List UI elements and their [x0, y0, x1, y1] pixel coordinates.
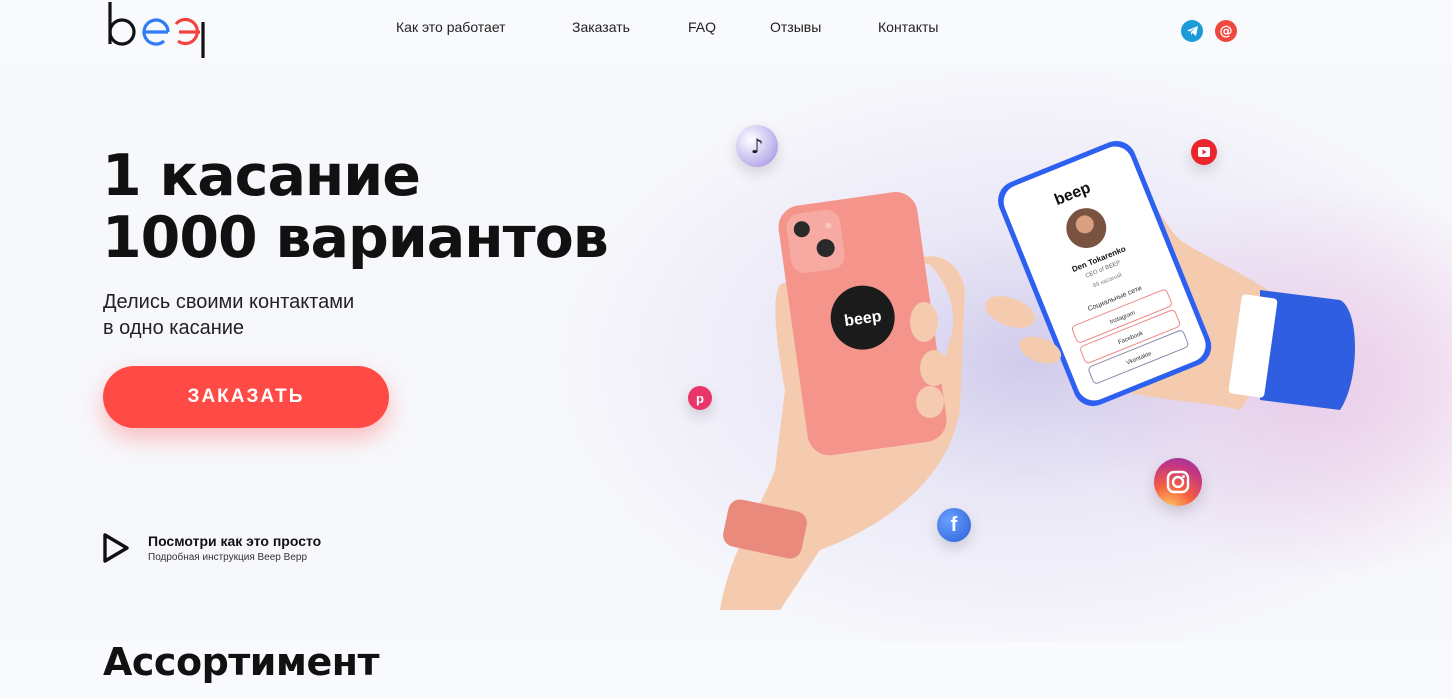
- hero-title: 1 касание 1000 вариантов: [102, 143, 609, 271]
- email-icon[interactable]: @: [1215, 20, 1237, 42]
- main-nav: Как это работает Заказать FAQ Отзывы Кон…: [396, 19, 938, 35]
- order-button[interactable]: ЗАКАЗАТЬ: [103, 366, 389, 428]
- hero-illustration: beep beep Den Tokarenko CEO of BEEP 89 к…: [720, 140, 1355, 610]
- nav-reviews[interactable]: Отзывы: [770, 19, 878, 35]
- hero-subtitle-line-1: Делись своими контактами: [103, 291, 355, 313]
- youtube-icon: [1191, 139, 1217, 165]
- instagram-icon: [1154, 458, 1202, 506]
- header-social: @: [1181, 20, 1237, 42]
- nav-faq[interactable]: FAQ: [688, 19, 770, 35]
- hero-title-line-2: 1000 вариантов: [102, 205, 609, 271]
- beep-logo[interactable]: [106, 0, 218, 58]
- nav-how-it-works[interactable]: Как это работает: [396, 19, 572, 35]
- nav-contacts[interactable]: Контакты: [878, 19, 938, 35]
- hero-subtitle-line-2: в одно касание: [103, 317, 245, 339]
- play-icon: [103, 533, 129, 563]
- facebook-icon: f: [937, 508, 971, 542]
- tiktok-icon: ♪: [736, 125, 778, 167]
- video-link-text: Посмотри как это просто Подробная инстру…: [148, 533, 321, 563]
- video-link-title: Посмотри как это просто: [148, 533, 322, 549]
- nav-order[interactable]: Заказать: [572, 19, 688, 35]
- hero-subtitle: Делись своими контактами в одно касание: [103, 289, 354, 341]
- video-link-subtitle: Подробная инструкция Beep Bepp: [148, 552, 307, 563]
- hero-title-line-1: 1 касание: [102, 143, 421, 209]
- video-instruction-link[interactable]: Посмотри как это просто Подробная инстру…: [102, 532, 321, 564]
- header: Как это работает Заказать FAQ Отзывы Кон…: [0, 0, 1452, 62]
- pinterest-icon: p: [688, 386, 712, 410]
- assortment-title: Ассортимент: [103, 640, 380, 684]
- telegram-icon[interactable]: [1181, 20, 1203, 42]
